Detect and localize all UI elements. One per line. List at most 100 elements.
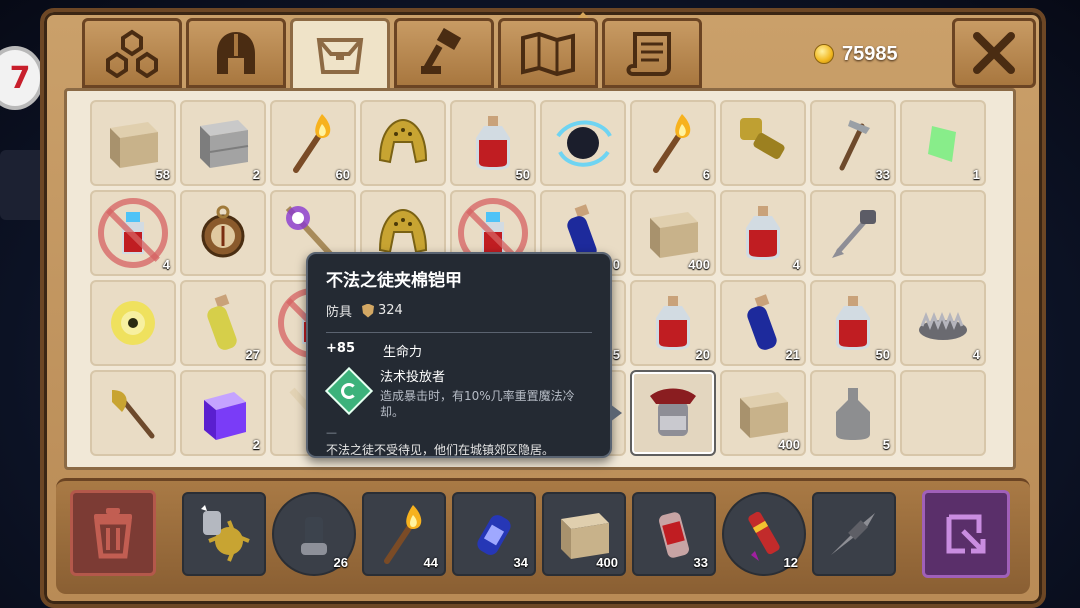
compass-icon [201, 205, 245, 258]
tooltip-stat: +85 生命力 [326, 341, 592, 360]
inventory-slot[interactable]: 50 [810, 280, 896, 366]
inventory-bag-icon [316, 38, 364, 74]
tooltip-dash: — [326, 426, 337, 439]
forbidden-icon [98, 198, 168, 268]
level-badge-text: 7 [9, 60, 31, 96]
inventory-slot[interactable] [90, 370, 176, 456]
stat-value: +85 [326, 341, 355, 356]
currency-display: 75985 [814, 40, 898, 68]
inventory-slot[interactable]: 4 [720, 190, 806, 276]
salvage-button[interactable] [922, 490, 1010, 578]
sandstone-block-icon [650, 212, 698, 258]
slime-shard-icon [928, 126, 956, 162]
inventory-slot[interactable]: 27 [180, 280, 266, 366]
item-count: 21 [785, 347, 800, 362]
inventory-slot[interactable]: 400 [630, 190, 716, 276]
inventory-slot[interactable] [900, 190, 986, 276]
hotbar-slot[interactable] [182, 492, 266, 576]
artifact-hierarchy-icon [106, 29, 158, 78]
inventory-slot[interactable]: 4 [90, 190, 176, 276]
mana-potion-icon [747, 294, 777, 350]
level-badge: 7 [0, 46, 44, 110]
item-count: 44 [423, 555, 438, 570]
hotbar-slot[interactable]: 400 [542, 492, 626, 576]
inventory-slot[interactable]: 50 [450, 100, 536, 186]
pickaxe-icon [839, 120, 870, 171]
spiked-mace-bomb-icon [201, 505, 250, 562]
crafting-hammer-icon [421, 28, 462, 74]
gold-coin-icon [814, 44, 834, 64]
inventory-slot[interactable] [900, 370, 986, 456]
inventory-slot[interactable]: 21 [720, 280, 806, 366]
power-value: 324 [378, 303, 403, 318]
scroll-icon [626, 32, 671, 76]
inventory-slot[interactable] [540, 100, 626, 186]
hotbar-slot[interactable] [812, 492, 896, 576]
torch-icon [653, 114, 691, 173]
item-count: 33 [693, 555, 708, 570]
inventory-slot[interactable]: 58 [90, 100, 176, 186]
item-count: 2 [252, 167, 260, 182]
tab-inventory[interactable] [290, 18, 390, 92]
item-count: 1 [972, 167, 980, 182]
item-count: 12 [783, 555, 798, 570]
outlaw-armor-icon [650, 388, 696, 436]
currency-value: 75985 [842, 42, 898, 65]
inventory-slot[interactable]: 6 [630, 100, 716, 186]
inventory-slot[interactable]: 33 [810, 100, 896, 186]
item-count: 5 [612, 347, 620, 362]
sandstone-block-icon [110, 122, 158, 168]
inventory-slot[interactable]: 20 [630, 280, 716, 366]
item-count: 27 [245, 347, 260, 362]
enchant-description: 造成暴击时，有10%几率重置魔法冷却。 [380, 389, 575, 419]
hotbar-slot[interactable]: 12 [722, 492, 806, 576]
gold-helmet-icon [378, 118, 428, 164]
tab-equipment[interactable] [186, 18, 286, 88]
close-button[interactable] [952, 18, 1036, 88]
tab-artifacts[interactable] [82, 18, 182, 88]
inventory-slot[interactable] [630, 370, 716, 456]
swirl-artifact-icon [556, 120, 612, 167]
grappling-hook-icon [832, 210, 876, 258]
inventory-slot[interactable] [360, 100, 446, 186]
inventory-slot[interactable]: 60 [270, 100, 356, 186]
tooltip-lore: 不法之徒不受待见，他们在城镇郊区隐居。 [326, 443, 555, 457]
sandstone-block-icon [740, 392, 788, 438]
item-count: 50 [515, 167, 530, 182]
item-count: 33 [875, 167, 890, 182]
item-count: 400 [688, 257, 710, 272]
tab-crafting[interactable] [394, 18, 494, 88]
trash-button[interactable] [70, 490, 156, 576]
item-count: 2 [252, 437, 260, 452]
inventory-slot[interactable] [180, 190, 266, 276]
item-count: 5 [882, 437, 890, 452]
item-count: 34 [513, 555, 528, 570]
hotbar-slot[interactable]: 44 [362, 492, 446, 576]
item-count: 0 [612, 257, 620, 272]
item-count: 6 [702, 167, 710, 182]
item-count: 4 [162, 257, 170, 272]
stat-name: 生命力 [382, 345, 422, 360]
salvage-icon [946, 514, 986, 554]
inventory-slot[interactable]: 4 [900, 280, 986, 366]
health-potion-icon [746, 206, 780, 260]
trash-icon [94, 508, 132, 559]
inventory-slot[interactable]: 400 [720, 370, 806, 456]
inventory-slot[interactable] [810, 190, 896, 276]
inventory-slot[interactable] [720, 100, 806, 186]
inventory-slot[interactable]: 1 [900, 100, 986, 186]
inventory-slot[interactable] [90, 280, 176, 366]
hotbar-slot[interactable]: 33 [632, 492, 716, 576]
inventory-slot[interactable]: 2 [180, 370, 266, 456]
item-count: 20 [695, 347, 710, 362]
inventory-slot[interactable]: 2 [180, 100, 266, 186]
inventory-slot[interactable]: 5 [810, 370, 896, 456]
drill-bit-icon [831, 513, 875, 555]
stone-block-icon [200, 120, 249, 168]
hotbar-slot[interactable]: 34 [452, 492, 536, 576]
lightning-orb-icon [111, 301, 155, 345]
power-rating: 324 [362, 303, 403, 318]
tab-map[interactable] [498, 18, 598, 88]
hotbar-slot[interactable]: 26 [272, 492, 356, 576]
tab-missions[interactable] [602, 18, 702, 88]
